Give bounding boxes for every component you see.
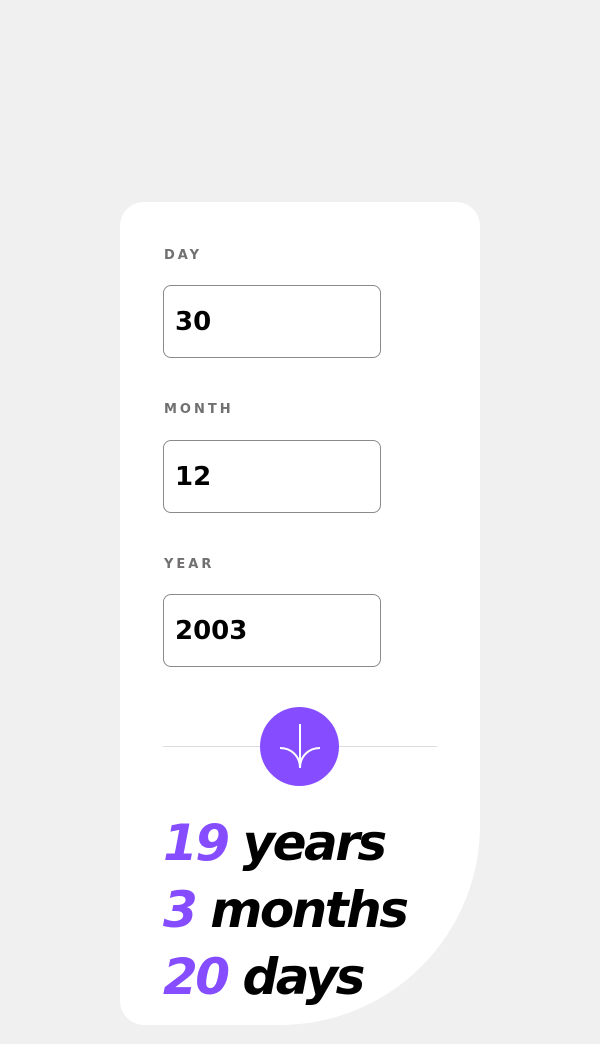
month-input[interactable] [163, 440, 381, 513]
year-label: YEAR [164, 557, 215, 572]
result-years: 19 years [163, 818, 387, 868]
month-label: MONTH [164, 402, 234, 417]
result-months: 3 months [163, 885, 409, 935]
days-unit: days [242, 948, 366, 1006]
day-label: DAY [164, 248, 203, 263]
years-value: 19 [163, 814, 230, 872]
months-unit: months [210, 881, 409, 939]
age-calculator-card: DAY MONTH YEAR 19 years 3 months 20 days [120, 202, 480, 1025]
result-days: 20 days [163, 952, 365, 1002]
months-value: 3 [163, 881, 198, 939]
arrow-down-icon [279, 724, 321, 769]
submit-button[interactable] [260, 707, 339, 786]
day-input[interactable] [163, 285, 381, 358]
year-input[interactable] [163, 594, 381, 667]
days-value: 20 [163, 948, 230, 1006]
years-unit: years [242, 814, 388, 872]
